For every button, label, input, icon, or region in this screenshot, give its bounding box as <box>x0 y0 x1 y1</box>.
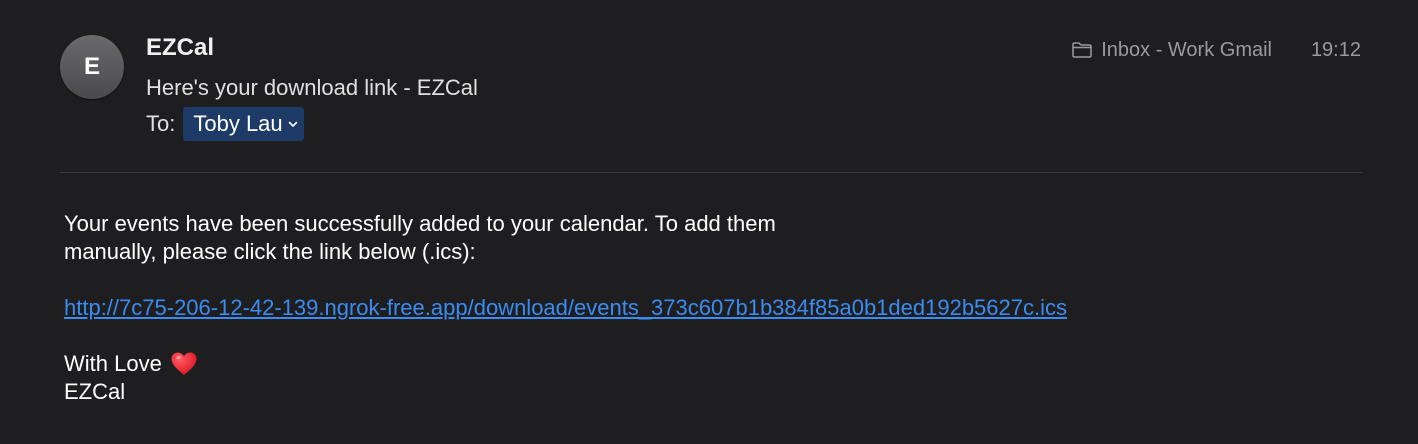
recipient-name: Toby Lau <box>193 111 283 136</box>
to-label: To: <box>146 111 176 136</box>
recipient-chip[interactable]: Toby Lau <box>183 107 304 141</box>
chevron-down-icon <box>288 121 298 128</box>
mailbox-label: Inbox - Work Gmail <box>1101 38 1272 61</box>
mailbox-location[interactable]: Inbox - Work Gmail <box>1071 36 1272 64</box>
message-subject: Here's your download link - EZCal <box>146 75 478 100</box>
download-link[interactable]: http://7c75-206-12-42-139.ngrok-free.app… <box>64 295 1067 320</box>
header-divider <box>60 172 1362 173</box>
folder-icon <box>1071 41 1093 59</box>
heart-icon <box>170 351 198 377</box>
sender-avatar[interactable]: E <box>60 35 124 99</box>
message-header: E EZCal Here's your download link - EZCa… <box>0 0 1418 174</box>
message-time: 19:12 <box>1310 39 1361 61</box>
message-body: Your events have been successfully added… <box>64 210 1344 406</box>
link-paragraph: http://7c75-206-12-42-139.ngrok-free.app… <box>64 294 1344 322</box>
signature: EZCal <box>64 379 126 404</box>
signoff-text: With Love <box>64 351 162 376</box>
recipients-row: To: Toby Lau <box>146 107 304 141</box>
intro-paragraph: Your events have been successfully added… <box>64 211 776 264</box>
signoff: With Love <box>64 350 1344 378</box>
sender-name[interactable]: EZCal <box>146 33 214 63</box>
